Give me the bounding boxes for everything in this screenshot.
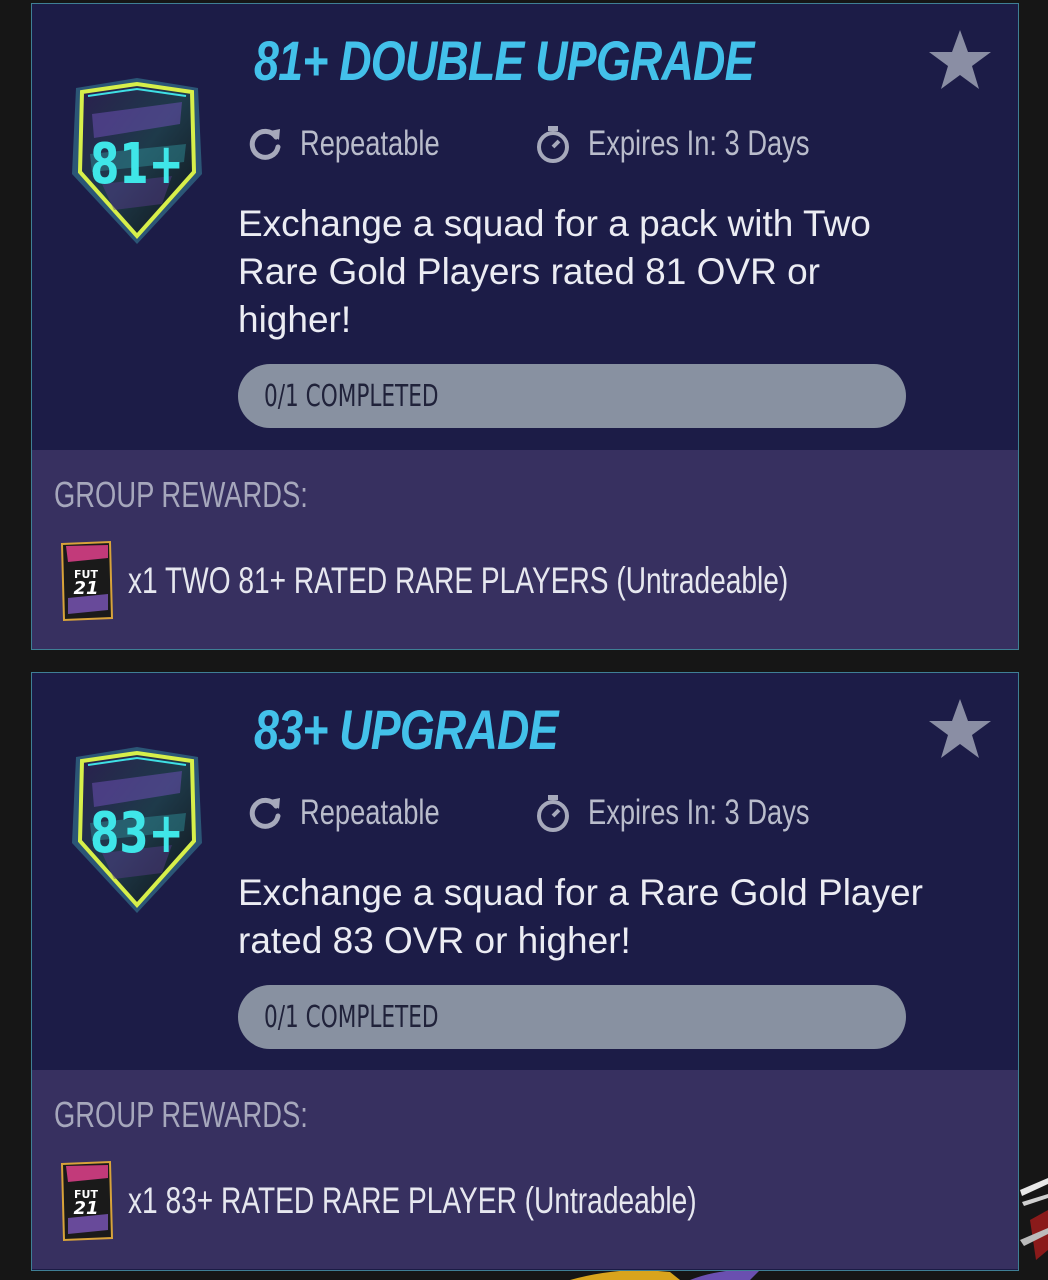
sbc-card[interactable]: 81+ 81+ DOUBLE UPGRADE Repeatable Expire… xyxy=(31,3,1019,650)
repeatable-label: Repeatable xyxy=(300,124,440,163)
refresh-icon xyxy=(249,797,281,829)
reward-item: FUT 21 x1 TWO 81+ RATED RARE PLAYERS (Un… xyxy=(58,540,997,622)
progress-bar: 0/1 COMPLETED xyxy=(238,985,906,1049)
sbc-badge-icon: 81+ xyxy=(62,54,212,244)
group-rewards-section: GROUP REWARDS: FUT 21 x1 TWO 81+ RATED R… xyxy=(32,450,1018,649)
fut21-pack-icon: FUT 21 xyxy=(60,1160,114,1242)
challenge-title: 83+ UPGRADE xyxy=(254,698,558,761)
group-rewards-section: GROUP REWARDS: FUT 21 x1 83+ RATED RARE … xyxy=(32,1070,1018,1269)
svg-text:21: 21 xyxy=(73,1198,98,1219)
challenge-meta: Repeatable Expires In: 3 Days xyxy=(246,793,810,833)
challenge-title: 81+ DOUBLE UPGRADE xyxy=(254,29,754,92)
rewards-heading: GROUP REWARDS: xyxy=(54,1094,308,1135)
star-icon[interactable] xyxy=(927,697,993,763)
challenge-meta: Repeatable Expires In: 3 Days xyxy=(246,124,810,164)
badge-rating: 83+ xyxy=(90,801,184,866)
expiry-indicator: Expires In: 3 Days xyxy=(534,124,872,164)
repeatable-indicator: Repeatable xyxy=(246,124,479,164)
reward-label: x1 83+ RATED RARE PLAYER (Untradeable) xyxy=(128,1180,697,1221)
sbc-card-header: 81+ 81+ DOUBLE UPGRADE Repeatable Expire… xyxy=(32,4,1018,450)
progress-label: 0/1 COMPLETED xyxy=(264,378,439,414)
sbc-card-header: 83+ 83+ UPGRADE Repeatable Expires In: 3… xyxy=(32,673,1018,1070)
reward-item: FUT 21 x1 83+ RATED RARE PLAYER (Untrade… xyxy=(58,1160,876,1242)
rewards-heading: GROUP REWARDS: xyxy=(54,474,308,515)
fut21-pack-icon: FUT 21 xyxy=(60,540,114,622)
svg-text:21: 21 xyxy=(73,578,98,599)
stopwatch-icon xyxy=(537,795,569,832)
expiry-indicator: Expires In: 3 Days xyxy=(534,793,872,833)
sbc-card[interactable]: 83+ 83+ UPGRADE Repeatable Expires In: 3… xyxy=(31,672,1019,1271)
repeatable-indicator: Repeatable xyxy=(246,793,479,833)
stopwatch-icon xyxy=(537,126,569,163)
reward-label: x1 TWO 81+ RATED RARE PLAYERS (Untradeab… xyxy=(128,560,789,601)
sbc-badge-icon: 83+ xyxy=(62,723,212,913)
expiry-label: Expires In: 3 Days xyxy=(588,793,810,832)
repeatable-label: Repeatable xyxy=(300,793,440,832)
progress-label: 0/1 COMPLETED xyxy=(264,999,439,1035)
expiry-label: Expires In: 3 Days xyxy=(588,124,810,163)
progress-bar: 0/1 COMPLETED xyxy=(238,364,906,428)
challenge-description: Exchange a squad for a Rare Gold Player … xyxy=(238,872,923,961)
badge-rating: 81+ xyxy=(90,132,184,197)
refresh-icon xyxy=(249,128,281,160)
challenge-description: Exchange a squad for a pack with Two Rar… xyxy=(238,203,871,340)
star-icon[interactable] xyxy=(927,28,993,94)
